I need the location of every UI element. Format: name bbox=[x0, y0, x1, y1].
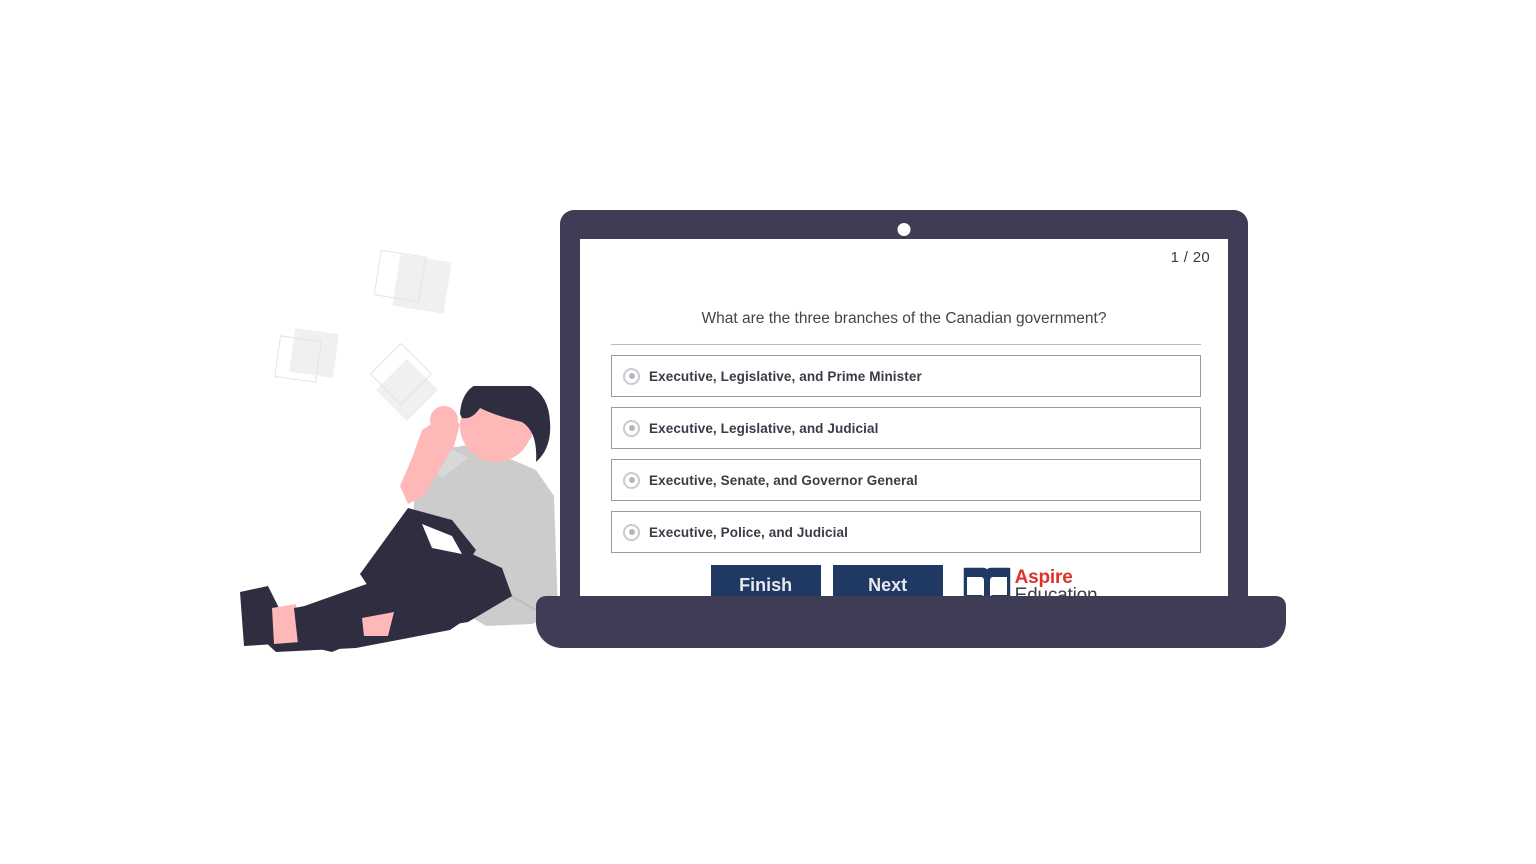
answer-option-4[interactable]: Executive, Police, and Judicial bbox=[611, 511, 1201, 553]
logo-aspire-text: Aspire bbox=[1014, 566, 1073, 588]
laptop-base bbox=[536, 596, 1286, 648]
question-counter: 1 / 20 bbox=[1170, 249, 1210, 266]
answer-option-1[interactable]: Executive, Legislative, and Prime Minist… bbox=[611, 355, 1201, 397]
webcam-icon bbox=[897, 223, 911, 236]
answer-option-label: Executive, Police, and Judicial bbox=[649, 524, 848, 540]
laptop-screen: 1 / 20 What are the three branches of th… bbox=[580, 239, 1228, 600]
radio-button-icon[interactable] bbox=[623, 367, 640, 385]
screenshot-canvas: 1 / 20 What are the three branches of th… bbox=[0, 0, 1536, 864]
question-divider bbox=[611, 344, 1201, 345]
answer-option-2[interactable]: Executive, Legislative, and Judicial bbox=[611, 407, 1201, 449]
decorative-square-outline-2 bbox=[274, 335, 322, 383]
laptop-illustration: 1 / 20 What are the three branches of th… bbox=[560, 210, 1248, 600]
answer-option-label: Executive, Senate, and Governor General bbox=[649, 472, 918, 488]
question-text: What are the three branches of the Canad… bbox=[701, 310, 1107, 327]
answer-option-3[interactable]: Executive, Senate, and Governor General bbox=[611, 459, 1201, 501]
decorative-square-outline-1 bbox=[373, 249, 427, 303]
answer-option-label: Executive, Legislative, and Prime Minist… bbox=[649, 368, 922, 384]
radio-button-icon[interactable] bbox=[623, 471, 640, 489]
answer-option-label: Executive, Legislative, and Judicial bbox=[649, 420, 879, 436]
quiz-footer: Finish Next Aspire Education bbox=[580, 565, 1228, 600]
next-button[interactable]: Next bbox=[832, 565, 943, 600]
open-book-icon bbox=[963, 567, 1010, 600]
person-illustration bbox=[240, 386, 558, 652]
answer-options-list: Executive, Legislative, and Prime Minist… bbox=[611, 355, 1201, 563]
radio-button-icon[interactable] bbox=[623, 419, 640, 437]
radio-button-icon[interactable] bbox=[623, 523, 640, 541]
aspire-education-logo: Aspire Education bbox=[963, 565, 1098, 600]
finish-button[interactable]: Finish bbox=[710, 565, 821, 600]
